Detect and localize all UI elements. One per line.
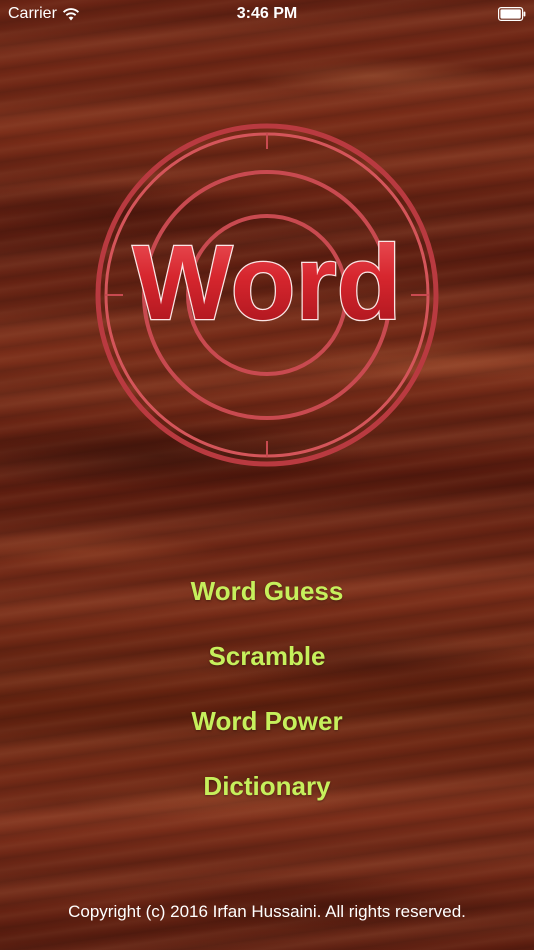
copyright-text: Copyright (c) 2016 Irfan Hussaini. All r… [68, 902, 466, 921]
battery-icon [498, 7, 526, 21]
word-logo: Word [95, 123, 439, 467]
status-time: 3:46 PM [236, 5, 298, 22]
logo-word-text: Word [133, 224, 402, 342]
menu-item-word-power[interactable]: Word Power [0, 696, 534, 761]
status-bar: Carrier 3:46 PM [0, 0, 534, 30]
menu-item-word-guess[interactable]: Word Guess [0, 566, 534, 631]
wood-background: Carrier 3:46 PM Word Word Guess Scramble… [0, 0, 534, 950]
menu-item-scramble[interactable]: Scramble [0, 631, 534, 696]
menu-item-dictionary[interactable]: Dictionary [0, 761, 534, 826]
main-menu: Word Guess Scramble Word Power Dictionar… [0, 566, 534, 826]
